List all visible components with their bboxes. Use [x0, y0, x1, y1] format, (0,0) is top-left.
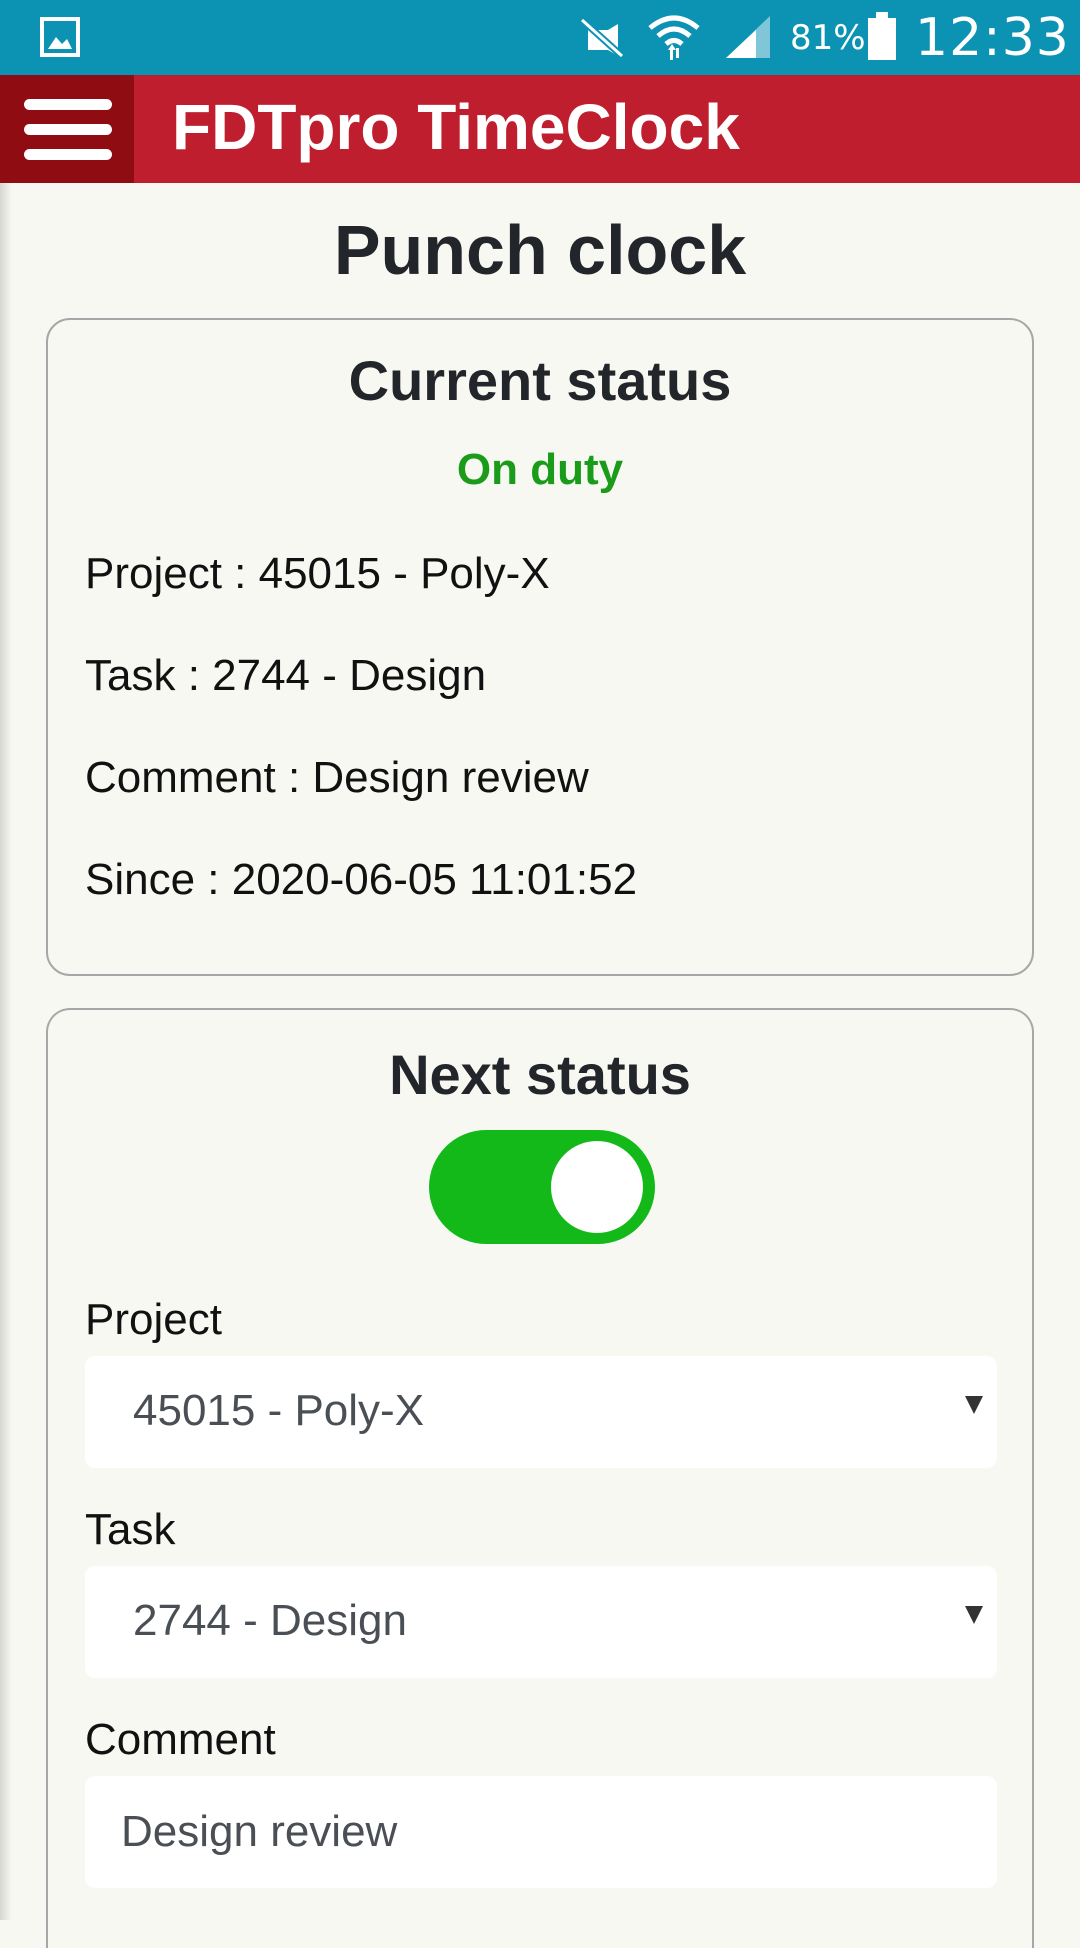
signal-icon: [726, 16, 770, 58]
task-select-value: 2744 - Design: [133, 1596, 407, 1645]
mute-icon: [579, 17, 625, 59]
status-bar: 81% 12:33: [0, 0, 1080, 75]
comment-label: Comment: [85, 1715, 276, 1764]
project-label: Project: [85, 1295, 222, 1344]
status-clock: 12:33: [915, 8, 1070, 68]
comment-input[interactable]: [85, 1776, 997, 1888]
current-comment: Comment : Design review: [85, 753, 589, 802]
hamburger-menu-button[interactable]: [0, 75, 134, 183]
toggle-knob: [551, 1141, 643, 1233]
page-title: Punch clock: [333, 211, 747, 289]
drawer-edge-shadow: [0, 183, 12, 1920]
current-status-title: Current status: [348, 349, 732, 412]
current-task: Task : 2744 - Design: [85, 651, 487, 700]
project-select-value: 45015 - Poly-X: [133, 1386, 425, 1435]
current-status-card: Current status On duty Project : 45015 -…: [46, 318, 1034, 976]
task-select[interactable]: 2744 - Design: [85, 1566, 997, 1678]
duty-toggle[interactable]: [429, 1130, 655, 1244]
current-since: Since : 2020-06-05 11:01:52: [85, 855, 638, 904]
battery-icon: [868, 12, 896, 60]
project-select[interactable]: 45015 - Poly-X: [85, 1356, 997, 1468]
dropdown-arrow-icon: [965, 1606, 983, 1624]
task-label: Task: [85, 1505, 176, 1554]
next-status-title: Next status: [389, 1043, 691, 1106]
gallery-icon: [40, 17, 80, 57]
app-title: FDTpro TimeClock: [172, 91, 740, 163]
wifi-icon: [648, 15, 700, 60]
duty-status-badge: On duty: [456, 445, 624, 494]
app-bar: FDTpro TimeClock: [0, 75, 1080, 183]
dropdown-arrow-icon: [965, 1396, 983, 1414]
next-status-card: Next status Project 45015 - Poly-X Task …: [46, 1008, 1034, 1948]
current-project: Project : 45015 - Poly-X: [85, 549, 550, 598]
battery-percentage: 81%: [790, 18, 866, 58]
